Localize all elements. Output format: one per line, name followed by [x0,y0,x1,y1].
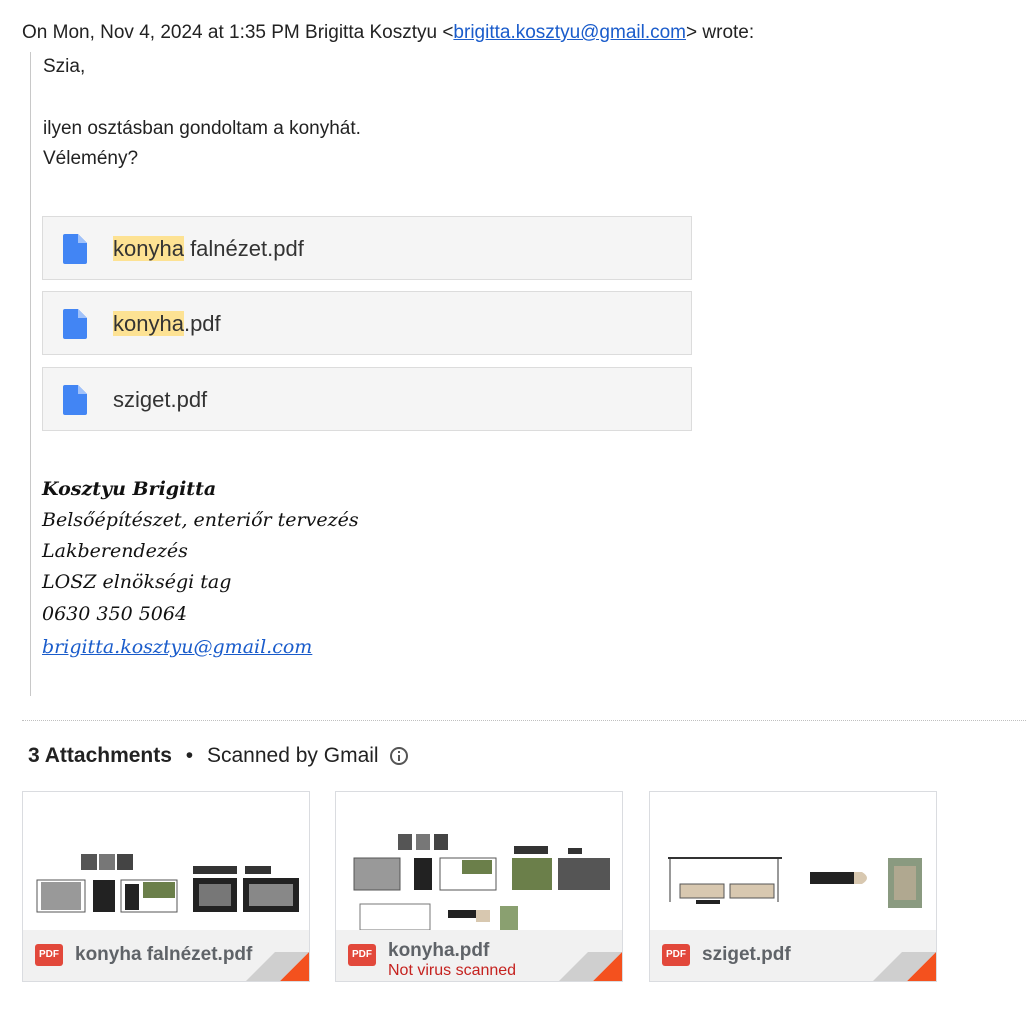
page-curl-icon [873,952,936,981]
attachments-separator: • [185,744,194,767]
signature-email-link[interactable]: brigitta.kosztyu@gmail.com [42,636,312,658]
signature-name: Kosztyu Brigitta [42,478,217,500]
quote-bar [30,52,31,696]
attachment-card-name: konyha.pdf [388,940,490,961]
attachment-card-sziget[interactable]: PDF sziget.pdf [649,791,937,982]
inline-attachment-konyha[interactable]: konyha.pdf [42,291,692,355]
info-icon[interactable] [390,747,409,765]
inline-attachment-name: sziget.pdf [113,387,207,413]
inline-attachment-name: konyha.pdf [113,311,221,337]
page-curl-icon [246,952,309,981]
attachment-thumbnail [336,792,622,930]
signature-line-title: Belsőépítészet, enteriőr tervezés [42,509,359,531]
inline-attachment-konyha-falnezet[interactable]: konyha falnézet.pdf [42,216,692,280]
pdf-icon: PDF [35,944,63,966]
signature-phone: 0630 350 5064 [42,603,188,625]
inline-attachment-name-rest: falnézet.pdf [183,236,304,261]
virus-scan-status: Not virus scanned [388,962,517,979]
attachment-card-footer: PDF konyha falnézet.pdf [23,930,309,981]
inline-attachment-name: konyha falnézet.pdf [113,236,304,262]
inline-attachment-name-rest: sziget.pdf [113,387,208,412]
attachment-thumbnail [650,792,936,930]
attachment-card-konyha-falnezet[interactable]: PDF konyha falnézet.pdf [22,791,310,982]
attachment-card-footer: PDF konyha.pdf Not virus scanned [336,930,622,981]
document-icon [63,234,87,264]
quote-header-prefix: On Mon, Nov 4, 2024 at 1:35 PM Brigitta … [22,22,454,43]
signature-line-2: Lakberendezés [42,540,188,562]
section-divider [22,720,1026,721]
inline-attachment-name-rest: .pdf [183,311,221,336]
attachment-card-footer: PDF sziget.pdf [650,930,936,981]
pdf-icon: PDF [662,944,690,966]
attachment-card-name: konyha falnézet.pdf [75,944,253,965]
search-highlight: konyha [113,236,184,261]
document-icon [63,385,87,415]
body-line-2: Vélemény? [43,148,139,169]
quote-header-email-link[interactable]: brigitta.kosztyu@gmail.com [453,22,686,43]
body-line-greeting: Szia, [43,56,86,77]
page-curl-icon [559,952,622,981]
attachment-thumbnail [23,792,309,930]
attachment-card-konyha[interactable]: PDF konyha.pdf Not virus scanned [335,791,623,982]
attachments-header: 3 Attachments • Scanned by Gmail [28,744,409,768]
body-line-1: ilyen osztásban gondoltam a konyhát. [43,118,361,139]
document-icon [63,309,87,339]
quote-header-suffix: > wrote: [686,22,755,43]
search-highlight: konyha [113,311,184,336]
signature-email: brigitta.kosztyu@gmail.com [42,636,312,658]
pdf-icon: PDF [348,944,376,966]
attachments-count: 3 Attachments [28,744,172,767]
inline-attachment-sziget[interactable]: sziget.pdf [42,367,692,431]
scanned-label: Scanned by Gmail [206,744,379,767]
signature-line-3: LOSZ elnökségi tag [42,571,232,593]
attachment-card-name: sziget.pdf [702,944,791,965]
quote-header: On Mon, Nov 4, 2024 at 1:35 PM Brigitta … [22,22,754,44]
